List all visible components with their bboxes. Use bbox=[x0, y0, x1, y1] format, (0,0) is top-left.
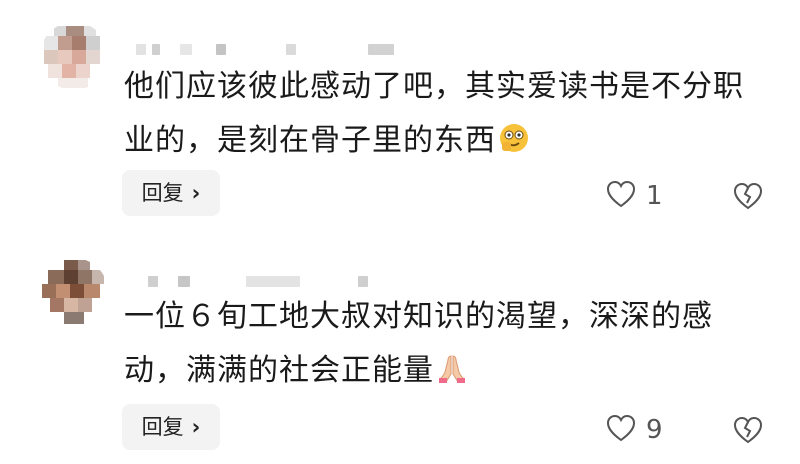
chevron-right-icon: › bbox=[191, 415, 201, 439]
heart-icon bbox=[606, 414, 636, 446]
reply-label: 回复 bbox=[141, 181, 184, 205]
comment-text: 一位６旬工地大叔对知识的渴望，深深的感动，满满的社会正能量 bbox=[124, 290, 774, 398]
comment-text: 他们应该彼此感动了吧，其实爱读书是不分职业的，是刻在骨子里的东西 bbox=[124, 60, 774, 168]
heart-icon bbox=[606, 180, 636, 212]
like-button[interactable]: 9 bbox=[606, 410, 663, 450]
comment-text-content: 一位６旬工地大叔对知识的渴望，深深的感动，满满的社会正能量 bbox=[124, 299, 713, 388]
chevron-right-icon: › bbox=[191, 181, 201, 205]
folded-hands-emoji bbox=[436, 348, 468, 383]
dislike-button[interactable] bbox=[732, 181, 764, 211]
broken-heart-icon bbox=[732, 416, 764, 449]
comment-item: 他们应该彼此感动了吧，其实爱读书是不分职业的，是刻在骨子里的东西 回复 › 1 bbox=[0, 0, 800, 232]
comment-text-content: 他们应该彼此感动了吧，其实爱读书是不分职业的，是刻在骨子里的东西 bbox=[124, 69, 744, 158]
reply-button[interactable]: 回复 › bbox=[122, 170, 220, 216]
username-blurred[interactable] bbox=[148, 276, 388, 288]
reply-button[interactable]: 回复 › bbox=[122, 404, 220, 450]
like-button[interactable]: 1 bbox=[606, 176, 663, 216]
like-count: 1 bbox=[646, 181, 663, 211]
thinking-face-emoji bbox=[498, 118, 530, 152]
dislike-button[interactable] bbox=[732, 415, 764, 445]
username-blurred[interactable] bbox=[136, 44, 396, 56]
like-count: 9 bbox=[646, 415, 663, 445]
avatar[interactable] bbox=[40, 22, 108, 90]
reply-label: 回复 bbox=[141, 415, 184, 439]
avatar[interactable] bbox=[40, 258, 108, 326]
comment-item: 一位６旬工地大叔对知识的渴望，深深的感动，满满的社会正能量 回复 › 9 bbox=[0, 232, 800, 464]
broken-heart-icon bbox=[732, 182, 764, 215]
